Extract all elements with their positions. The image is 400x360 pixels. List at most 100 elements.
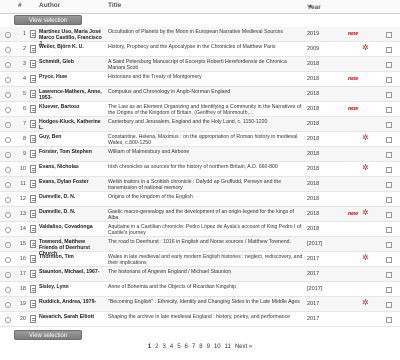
row-radio[interactable]: [5, 47, 11, 53]
row-checkbox[interactable]: [386, 197, 392, 203]
row-title[interactable]: Welsh traitors in a Scottish chronicle :…: [108, 179, 304, 191]
document-icon[interactable]: [30, 315, 36, 323]
row-checkbox[interactable]: [386, 182, 392, 188]
row-checkbox[interactable]: [386, 167, 392, 173]
header-author[interactable]: Author: [39, 2, 60, 9]
page-link-6[interactable]: 6: [185, 344, 188, 350]
page-link-5[interactable]: 5: [177, 344, 180, 350]
row-radio[interactable]: [5, 212, 11, 218]
page-link-8[interactable]: 8: [199, 344, 202, 350]
header-title[interactable]: Title: [108, 2, 121, 9]
row-radio[interactable]: [5, 257, 11, 263]
document-icon[interactable]: [30, 75, 36, 83]
row-checkbox[interactable]: [386, 212, 392, 218]
row-radio[interactable]: [5, 122, 11, 128]
page-link-9[interactable]: 9: [207, 344, 210, 350]
row-title[interactable]: Gaelic macro-genealogy and the developme…: [108, 209, 304, 221]
row-checkbox[interactable]: [386, 242, 392, 248]
document-icon[interactable]: [30, 300, 36, 308]
document-icon[interactable]: [30, 165, 36, 173]
row-author[interactable]: Evans, Dylan Foster: [39, 179, 103, 185]
document-icon[interactable]: [30, 105, 36, 113]
document-icon[interactable]: [30, 135, 36, 143]
row-title[interactable]: Canterbury and Jerusalem, England and th…: [108, 119, 304, 125]
document-icon[interactable]: [30, 45, 36, 53]
row-checkbox[interactable]: [386, 122, 392, 128]
page-link-3[interactable]: 3: [163, 344, 166, 350]
row-author[interactable]: Schmidt, Gleb: [39, 59, 103, 65]
row-radio[interactable]: [5, 242, 11, 248]
row-checkbox[interactable]: [386, 272, 392, 278]
view-selection-button-bottom[interactable]: View selection: [14, 330, 82, 340]
row-author[interactable]: Weiler, Björn K. U.: [39, 44, 103, 50]
row-author[interactable]: Dumville, D. N.: [39, 194, 103, 200]
row-author[interactable]: Dumville, D. N.: [39, 209, 103, 215]
row-title[interactable]: Aquitaine in a Castilian chronicle: Pedr…: [108, 224, 304, 236]
document-icon[interactable]: [30, 195, 36, 203]
row-title[interactable]: Anne of Bohemia and the Objects of Ricar…: [108, 284, 304, 290]
row-checkbox[interactable]: [386, 287, 392, 293]
document-icon[interactable]: [30, 150, 36, 158]
row-author[interactable]: Valdaliso, Covadonga: [39, 224, 103, 230]
row-checkbox[interactable]: [386, 137, 392, 143]
row-author[interactable]: Forster, Tom Stephen: [39, 149, 103, 155]
row-radio[interactable]: [5, 287, 11, 293]
row-checkbox[interactable]: [386, 77, 392, 83]
view-selection-button-top[interactable]: View selection: [14, 15, 82, 25]
row-title[interactable]: Historians and the Treaty of Montgomery: [108, 74, 304, 80]
row-radio[interactable]: [5, 92, 11, 98]
row-checkbox[interactable]: [386, 302, 392, 308]
document-icon[interactable]: [30, 90, 36, 98]
row-checkbox[interactable]: [386, 107, 392, 113]
document-icon[interactable]: [30, 240, 36, 248]
row-radio[interactable]: [5, 167, 11, 173]
document-icon[interactable]: [30, 210, 36, 218]
row-checkbox[interactable]: [386, 47, 392, 53]
row-title[interactable]: Shaping the archive in late medieval Eng…: [108, 314, 304, 320]
row-radio[interactable]: [5, 317, 11, 323]
row-radio[interactable]: [5, 62, 11, 68]
document-icon[interactable]: [30, 255, 36, 263]
row-checkbox[interactable]: [386, 92, 392, 98]
row-author[interactable]: Evans, Nicholas: [39, 164, 103, 170]
row-author[interactable]: Sisley, Lynn: [39, 284, 103, 290]
row-title[interactable]: Origins of the kingdom of the English: [108, 194, 304, 200]
document-icon[interactable]: [30, 285, 36, 293]
page-link-1[interactable]: 1: [148, 344, 151, 350]
row-radio[interactable]: [5, 107, 11, 113]
document-icon[interactable]: [30, 120, 36, 128]
document-icon[interactable]: [30, 270, 36, 278]
row-checkbox[interactable]: [386, 62, 392, 68]
row-checkbox[interactable]: [386, 317, 392, 323]
row-author[interactable]: Guy, Ben: [39, 134, 103, 140]
row-checkbox[interactable]: [386, 257, 392, 263]
row-radio[interactable]: [5, 32, 11, 38]
row-title[interactable]: The road to Deerhurst : 1016 in English …: [108, 239, 304, 245]
row-radio[interactable]: [5, 227, 11, 233]
row-author[interactable]: Kluever, Bartosz: [39, 104, 103, 110]
page-link-10[interactable]: 10: [214, 344, 221, 350]
row-title[interactable]: "Becoming English" : Ethnicity, Identity…: [108, 299, 304, 305]
document-icon[interactable]: [30, 180, 36, 188]
row-title[interactable]: The historians of Angevin England / Mich…: [108, 269, 304, 275]
row-radio[interactable]: [5, 77, 11, 83]
row-author[interactable]: Thornton, Tim: [39, 254, 103, 260]
document-icon[interactable]: [30, 225, 36, 233]
row-title[interactable]: A Saint Petersburg Manuscript of Excerpt…: [108, 59, 304, 71]
row-checkbox[interactable]: [386, 32, 392, 38]
row-title[interactable]: History, Prophecy and the Apocalypse in …: [108, 44, 304, 50]
row-author[interactable]: Navarich, Sarah Elliott: [39, 314, 103, 320]
sort-descending-icon[interactable]: ▼: [308, 4, 313, 10]
page-link-2[interactable]: 2: [155, 344, 158, 350]
page-link-4[interactable]: 4: [170, 344, 173, 350]
next-page-link[interactable]: Next »: [235, 344, 252, 350]
row-author[interactable]: Staunton, Michael, 1967-: [39, 269, 103, 275]
page-link-7[interactable]: 7: [192, 344, 195, 350]
row-author[interactable]: Ruddick, Andrea, 1979-: [39, 299, 103, 305]
document-icon[interactable]: [30, 60, 36, 68]
row-title[interactable]: Computus and Chronology in Anglo-Norman …: [108, 89, 304, 95]
row-radio[interactable]: [5, 182, 11, 188]
document-icon[interactable]: [30, 30, 36, 38]
row-title[interactable]: William of Malmesbury and Airbone: [108, 149, 304, 155]
row-radio[interactable]: [5, 152, 11, 158]
